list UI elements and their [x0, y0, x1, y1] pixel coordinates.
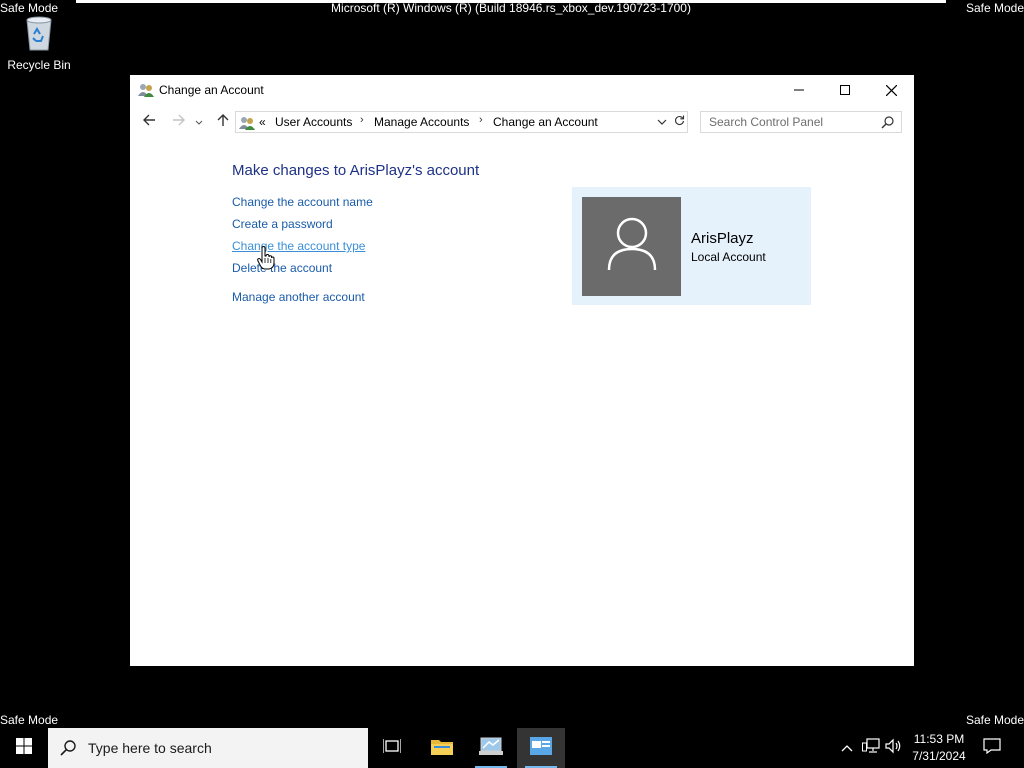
- forward-arrow-icon: [172, 113, 186, 131]
- windows-logo-icon: [16, 737, 32, 759]
- search-icon: [60, 740, 76, 756]
- action-center-button[interactable]: [978, 728, 1006, 768]
- page-title: Make changes to ArisPlayz's account: [232, 162, 480, 179]
- create-password-link[interactable]: Create a password: [232, 217, 333, 231]
- clock-time: 11:53 PM: [913, 732, 965, 746]
- folder-icon: [431, 737, 453, 760]
- refresh-button[interactable]: [671, 111, 688, 133]
- network-icon: [862, 737, 880, 759]
- control-panel-taskbar-button[interactable]: [467, 728, 515, 768]
- task-view-icon: [382, 738, 402, 759]
- maximize-button[interactable]: [822, 75, 868, 105]
- avatar: [582, 197, 681, 296]
- up-button[interactable]: [211, 110, 235, 134]
- address-bar[interactable]: « User Accounts › Manage Accounts › Chan…: [235, 111, 688, 133]
- delete-account-link[interactable]: Delete the account: [232, 261, 332, 275]
- taskbar-search-box[interactable]: Type here to search: [48, 728, 368, 768]
- up-arrow-icon: [217, 113, 229, 132]
- chevron-up-icon: [841, 739, 853, 757]
- build-banner: Microsoft (R) Windows (R) (Build 18946.r…: [331, 1, 691, 15]
- window-titlebar[interactable]: Change an Account: [130, 75, 914, 105]
- safe-mode-label-bottom-right: Safe Mode: [965, 713, 1024, 727]
- file-explorer-button[interactable]: [418, 728, 466, 768]
- recycle-bin-shortcut[interactable]: Recycle Bin: [4, 12, 74, 76]
- breadcrumb-change-an-account[interactable]: Change an Account: [493, 115, 598, 129]
- minimize-icon: [794, 85, 804, 95]
- recycle-bin-label: Recycle Bin: [7, 58, 71, 72]
- breadcrumb-manage-accounts[interactable]: Manage Accounts: [374, 115, 469, 129]
- control-panel-icon: [479, 736, 503, 761]
- back-button[interactable]: [137, 110, 161, 134]
- manage-another-account-link[interactable]: Manage another account: [232, 290, 365, 304]
- close-button[interactable]: [868, 75, 914, 105]
- search-control-panel[interactable]: Search Control Panel: [700, 111, 902, 133]
- task-view-button[interactable]: [368, 728, 416, 768]
- account-name: ArisPlayz: [691, 230, 754, 247]
- account-type: Local Account: [691, 250, 766, 264]
- recent-locations-button[interactable]: [191, 110, 207, 134]
- change-account-window: Change an Account « User Accounts › Mana…: [130, 75, 914, 666]
- breadcrumb-separator[interactable]: ›: [360, 114, 364, 126]
- start-button[interactable]: [0, 728, 48, 768]
- notification-icon: [983, 737, 1001, 759]
- hand-pointer-cursor-icon: [257, 245, 275, 270]
- chevron-down-icon: [195, 113, 203, 131]
- account-window-icon: [530, 736, 552, 760]
- system-clock[interactable]: 11:53 PM 7/31/2024: [900, 731, 978, 765]
- user-icon: [606, 216, 658, 277]
- account-card: ArisPlayz Local Account: [572, 187, 811, 305]
- search-input[interactable]: Search Control Panel: [709, 115, 823, 129]
- recycle-bin-icon: [21, 12, 57, 52]
- chevron-down-icon: [656, 116, 668, 133]
- change-account-name-link[interactable]: Change the account name: [232, 195, 373, 209]
- active-window-taskbar-button[interactable]: [517, 728, 565, 768]
- change-account-type-link[interactable]: Change the account type: [232, 239, 365, 253]
- refresh-icon: [674, 113, 685, 131]
- show-hidden-icons-button[interactable]: [838, 728, 856, 768]
- address-dropdown-button[interactable]: [656, 115, 670, 129]
- minimize-button[interactable]: [776, 75, 822, 105]
- search-icon[interactable]: [881, 115, 895, 129]
- safe-mode-label-bottom-left: Safe Mode: [0, 713, 59, 727]
- network-button[interactable]: [860, 728, 882, 768]
- maximize-icon: [840, 85, 850, 95]
- breadcrumb-separator[interactable]: ›: [479, 114, 483, 126]
- window-title: Change an Account: [159, 83, 264, 97]
- taskbar-search-input[interactable]: Type here to search: [88, 740, 212, 756]
- taskbar: Type here to search 11:53 PM 7/31/2024: [0, 728, 1024, 768]
- forward-button[interactable]: [167, 110, 191, 134]
- close-icon: [885, 84, 897, 96]
- breadcrumb-overflow[interactable]: «: [259, 115, 266, 129]
- safe-mode-label-top-right: Safe Mode: [965, 1, 1024, 15]
- control-panel-users-icon: [239, 115, 255, 131]
- breadcrumb-user-accounts[interactable]: User Accounts: [275, 115, 352, 129]
- clock-date: 7/31/2024: [912, 749, 966, 763]
- back-arrow-icon: [142, 113, 156, 131]
- users-icon: [138, 82, 154, 98]
